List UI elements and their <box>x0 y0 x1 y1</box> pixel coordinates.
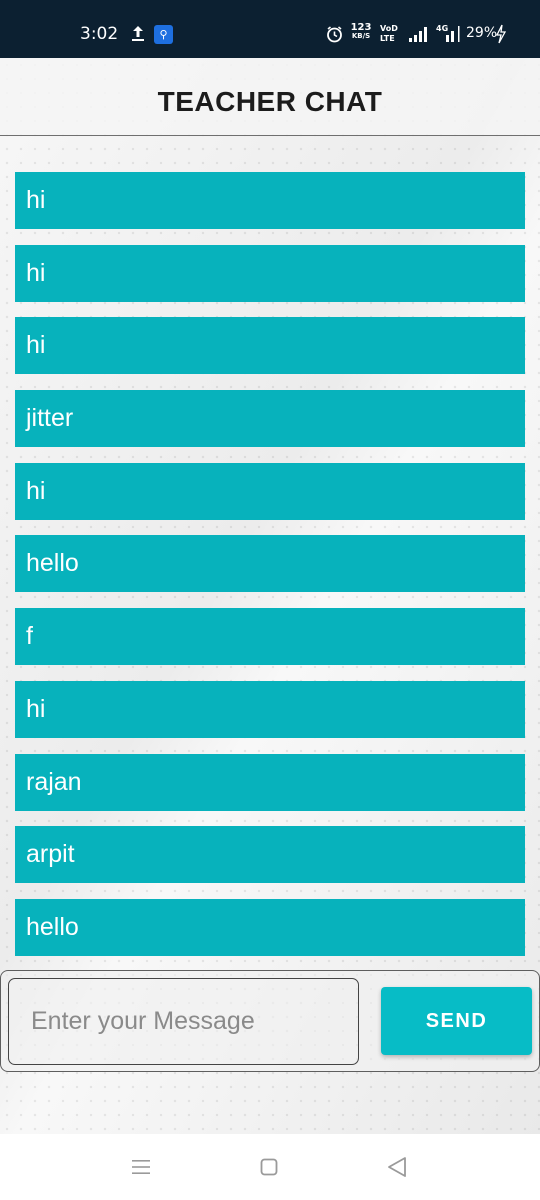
volte-bottom: LTE <box>380 34 395 43</box>
message-item: hello <box>15 898 525 956</box>
alarm-icon <box>327 26 342 43</box>
message-item: arpit <box>15 826 525 884</box>
back-icon[interactable] <box>387 1156 407 1178</box>
volte-indicator: VoD LTE <box>380 24 400 44</box>
status-bar: 3:02 ⚲ 123 KB/S VoD LTE 4G 29% <box>0 0 540 58</box>
message-list[interactable]: hi hi hi jitter hi hello f hi rajan arpi… <box>15 172 525 972</box>
message-item: hello <box>15 535 525 593</box>
battery-level: 29% <box>466 25 498 41</box>
home-icon[interactable] <box>260 1158 278 1176</box>
message-item: hi <box>15 172 525 229</box>
message-item: hi <box>15 680 525 738</box>
net-speed-unit: KB/S <box>351 32 371 40</box>
charge-icon <box>495 24 507 44</box>
message-item: rajan <box>15 753 525 811</box>
page-title: TEACHER CHAT <box>157 86 383 117</box>
send-button[interactable]: SEND <box>381 987 532 1055</box>
message-item: hi <box>15 244 525 302</box>
app-header: TEACHER CHAT <box>0 58 540 136</box>
message-input[interactable] <box>8 978 359 1065</box>
menu-icon[interactable] <box>131 1158 151 1176</box>
usb-icon: ⚲ <box>154 25 173 44</box>
message-item: f <box>15 608 525 666</box>
signal-icon <box>446 26 460 42</box>
status-time: 3:02 <box>80 24 119 44</box>
message-item: hi <box>15 317 525 375</box>
message-item: hi <box>15 462 525 520</box>
signal-icon <box>409 27 427 42</box>
net-speed: 123 KB/S <box>350 23 372 41</box>
upload-icon <box>132 26 144 41</box>
message-item: jitter <box>15 390 525 448</box>
volte-top: VoD <box>380 24 398 33</box>
